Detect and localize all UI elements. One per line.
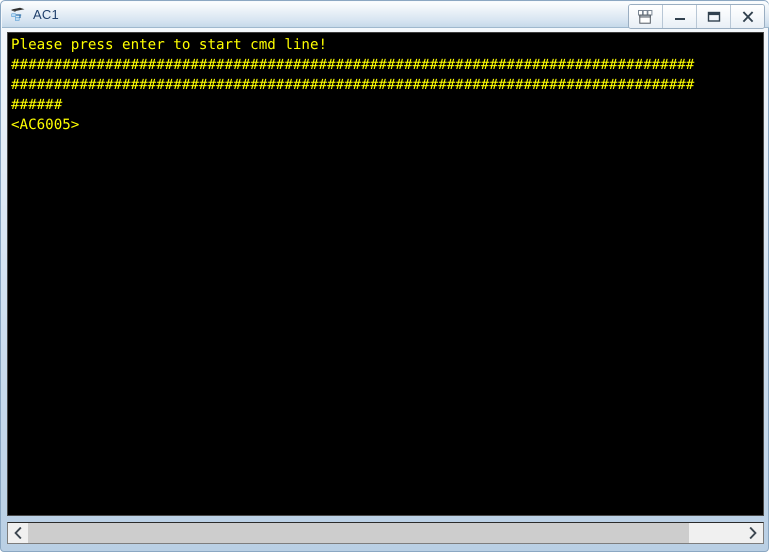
chevron-right-icon (748, 527, 758, 539)
window-bottom-edge (2, 544, 767, 550)
scroll-left-button[interactable] (8, 523, 28, 543)
minimize-icon (673, 11, 687, 23)
terminal-output-area[interactable]: Please press enter to start cmd line! ##… (7, 32, 764, 516)
chevron-left-icon (13, 527, 23, 539)
terminal-line-banner: Please press enter to start cmd line! (11, 37, 328, 53)
terminal-line-separator-3: ###### (11, 97, 63, 113)
terminal-screen[interactable]: Please press enter to start cmd line! ##… (8, 33, 763, 515)
scrollbar-track[interactable] (28, 523, 743, 543)
title-bar-left-group: AC1 (9, 2, 59, 28)
close-button[interactable] (731, 5, 764, 28)
window-title: AC1 (33, 7, 59, 22)
scroll-right-button[interactable] (743, 523, 763, 543)
terminal-prompt-line: <AC6005> (11, 117, 80, 133)
minimize-button[interactable] (663, 5, 697, 28)
window-controls-group (628, 4, 765, 29)
terminal-line-separator-1: ########################################… (11, 57, 695, 73)
scrollbar-thumb[interactable] (28, 523, 690, 543)
terminal-window: AC1 Please press enter to start cmd line… (0, 0, 769, 552)
cascade-windows-icon (638, 9, 653, 24)
maximize-button[interactable] (697, 5, 731, 28)
horizontal-scrollbar[interactable] (7, 522, 764, 544)
title-bar[interactable]: AC1 (2, 2, 769, 29)
maximize-icon (707, 10, 721, 23)
console-device-icon (9, 6, 27, 24)
restore-windows-button[interactable] (629, 5, 663, 28)
close-icon (741, 10, 755, 24)
terminal-line-separator-2: ########################################… (11, 77, 695, 93)
